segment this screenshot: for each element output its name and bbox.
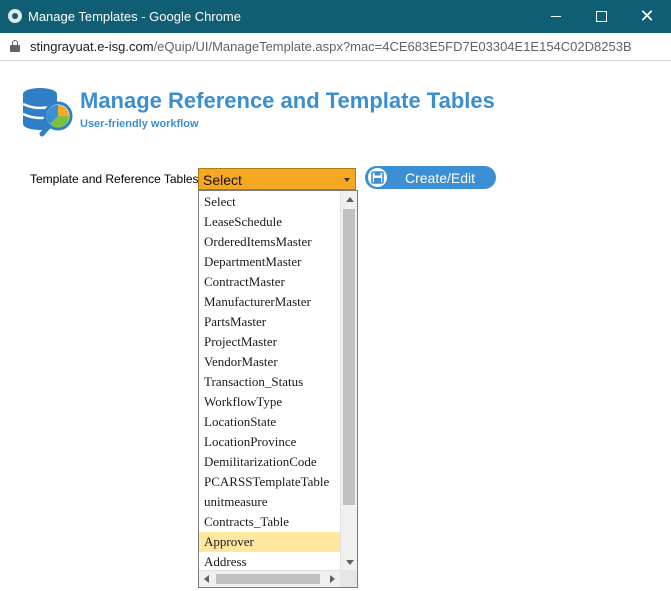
maximize-icon	[595, 11, 607, 22]
scroll-down-icon[interactable]	[346, 560, 354, 565]
scroll-left-icon[interactable]	[204, 575, 209, 583]
dropdown-option[interactable]: LocationProvince	[199, 432, 341, 452]
title-bar: Manage Templates - Google Chrome ✕	[0, 0, 671, 33]
maximize-button[interactable]	[578, 0, 624, 33]
lock-icon	[10, 40, 20, 52]
scroll-right-icon[interactable]	[330, 575, 335, 583]
dropdown-option[interactable]: OrderedItemsMaster	[199, 232, 341, 252]
close-button[interactable]: ✕	[624, 0, 670, 33]
url-path: /eQuip/UI/ManageTemplate.aspx?mac=4CE683…	[153, 39, 632, 54]
dropdown-option[interactable]: unitmeasure	[199, 492, 341, 512]
page-title: Manage Reference and Template Tables	[80, 88, 495, 113]
template-select-label: Template and Reference Tables	[30, 172, 199, 186]
dropdown-option[interactable]: Select	[199, 192, 341, 212]
dropdown-option[interactable]: Approver	[199, 532, 341, 552]
select-value: Select	[203, 172, 242, 188]
create-edit-label: Create/Edit	[405, 170, 476, 186]
page-subtitle: User-friendly workflow	[80, 118, 199, 130]
dropdown-option[interactable]: LeaseSchedule	[199, 212, 341, 232]
chrome-icon	[8, 9, 22, 23]
url-host: stingrayuat.e-isg.com	[30, 39, 154, 54]
template-select[interactable]: Select	[198, 168, 356, 190]
vertical-scroll-thumb[interactable]	[343, 209, 355, 505]
dropdown-option[interactable]: LocationState	[199, 412, 341, 432]
dropdown-option[interactable]: Address	[199, 552, 341, 572]
horizontal-scroll-thumb[interactable]	[216, 574, 320, 584]
window-title: Manage Templates - Google Chrome	[28, 9, 241, 24]
create-edit-button[interactable]: Create/Edit	[365, 166, 496, 189]
dropdown-option[interactable]: ProjectMaster	[199, 332, 341, 352]
dropdown-option[interactable]: PartsMaster	[199, 312, 341, 332]
dropdown-option[interactable]: ManufacturerMaster	[199, 292, 341, 312]
minimize-icon	[551, 16, 561, 17]
dropdown-option[interactable]: Transaction_Status	[199, 372, 341, 392]
close-icon: ✕	[639, 5, 655, 27]
dropdown-option[interactable]: DemilitarizationCode	[199, 452, 341, 472]
scrollbar-corner	[340, 570, 357, 587]
dropdown-option[interactable]: VendorMaster	[199, 352, 341, 372]
url-text[interactable]: stingrayuat.e-isg.com/eQuip/UI/ManageTem…	[30, 39, 632, 54]
address-bar[interactable]: stingrayuat.e-isg.com/eQuip/UI/ManageTem…	[0, 33, 671, 61]
vertical-scrollbar[interactable]	[340, 191, 357, 571]
template-dropdown-list[interactable]: Select LeaseSchedule OrderedItemsMaster Dep…	[198, 190, 358, 588]
dropdown-option[interactable]: WorkflowType	[199, 392, 341, 412]
save-icon	[366, 166, 389, 189]
dropdown-option[interactable]: ContractMaster	[199, 272, 341, 292]
database-chart-logo-icon	[22, 88, 73, 137]
option-list: Select LeaseSchedule OrderedItemsMaster Dep…	[199, 192, 341, 572]
horizontal-scrollbar[interactable]	[199, 570, 340, 587]
minimize-button[interactable]	[533, 0, 579, 33]
dropdown-option[interactable]: Contracts_Table	[199, 512, 341, 532]
scroll-up-icon[interactable]	[346, 197, 354, 202]
dropdown-option[interactable]: PCARSSTemplateTable	[199, 472, 341, 492]
dropdown-option[interactable]: DepartmentMaster	[199, 252, 341, 272]
chevron-down-icon	[344, 178, 350, 182]
